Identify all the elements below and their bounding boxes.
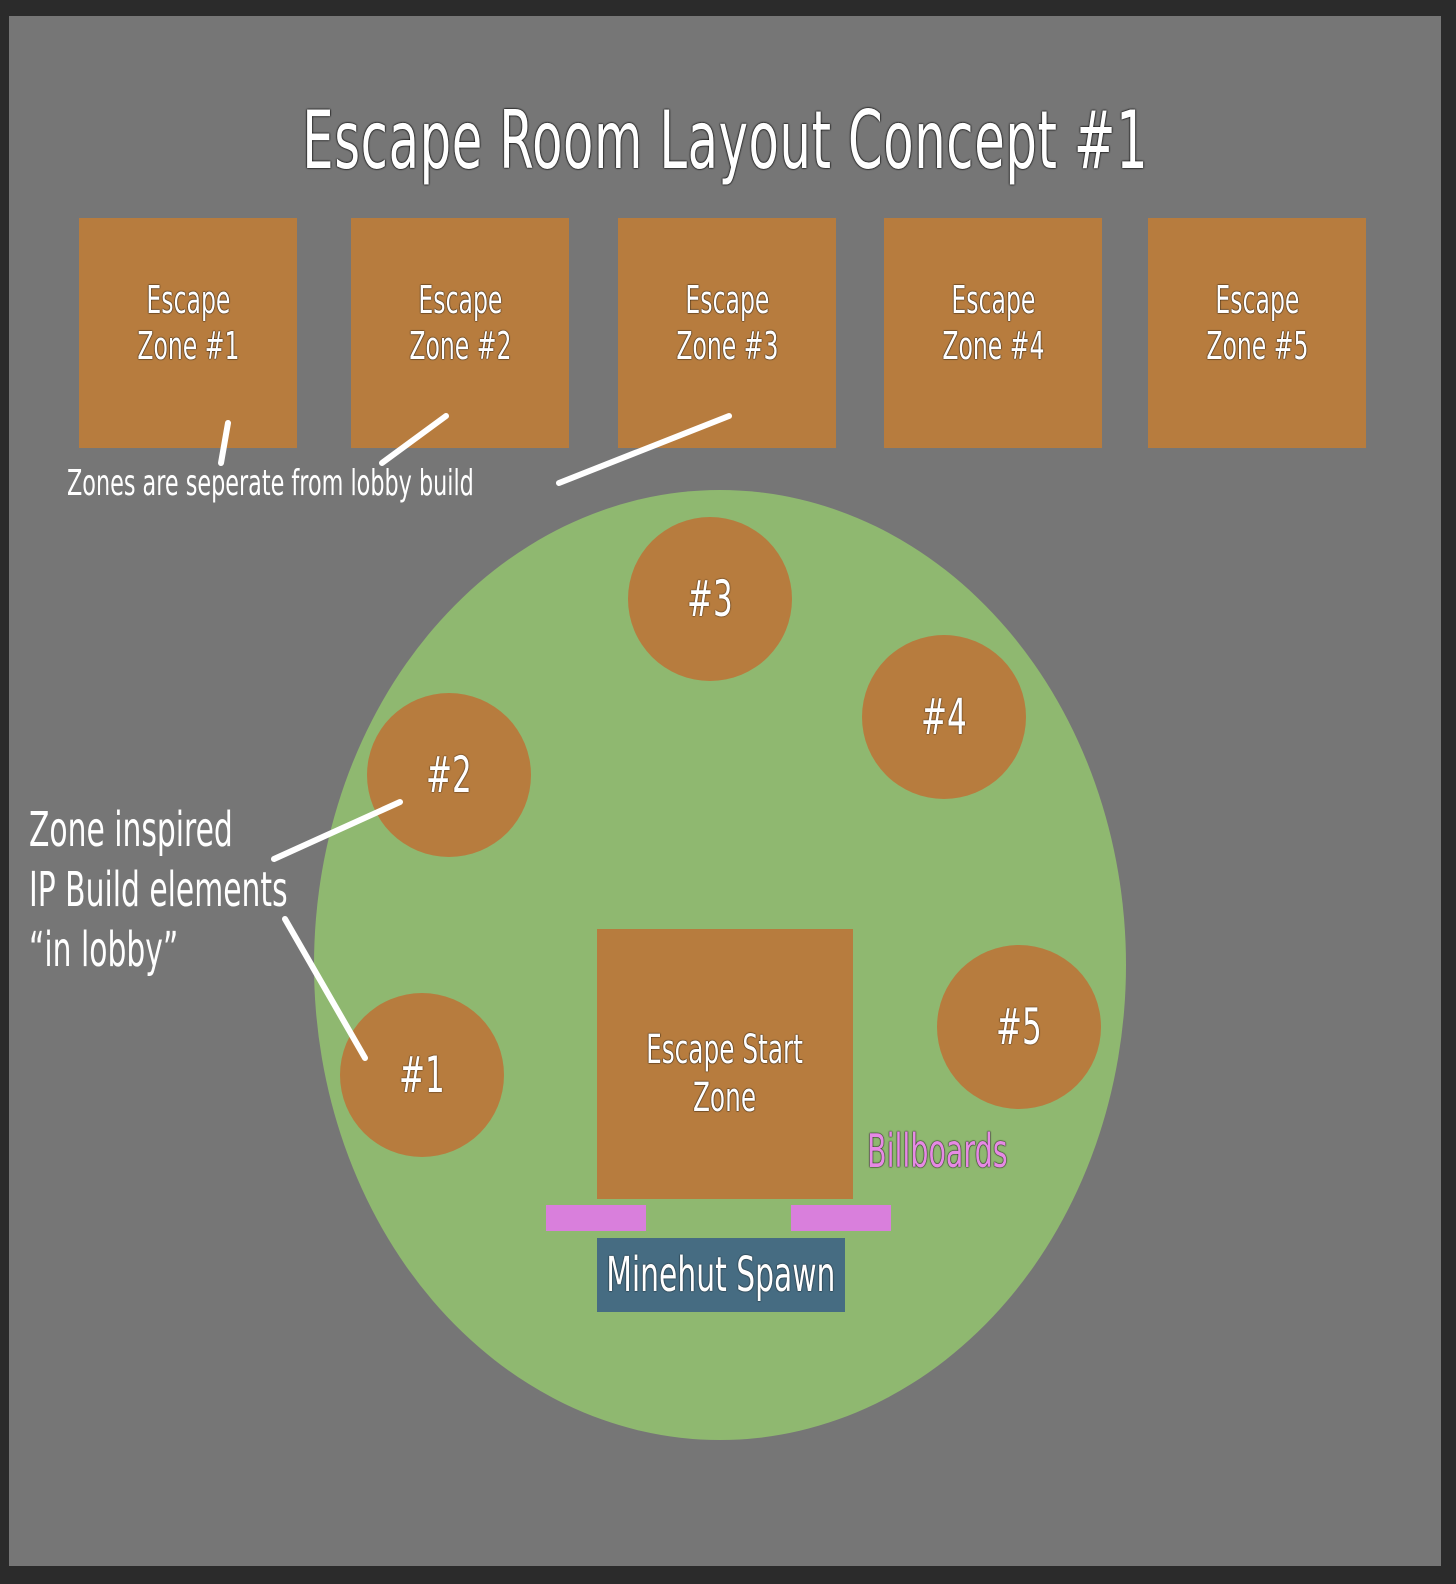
diagram-canvas: Escape Room Layout Concept #1 Escape Zone… <box>9 16 1441 1566</box>
pointer-lines <box>218 413 732 1061</box>
pointer-element-1 <box>282 916 368 1061</box>
pointer-zone-3 <box>556 413 732 486</box>
pointer-element-2 <box>271 799 403 862</box>
pointer-zone-1 <box>218 420 231 466</box>
pointer-zone-2 <box>379 413 449 466</box>
